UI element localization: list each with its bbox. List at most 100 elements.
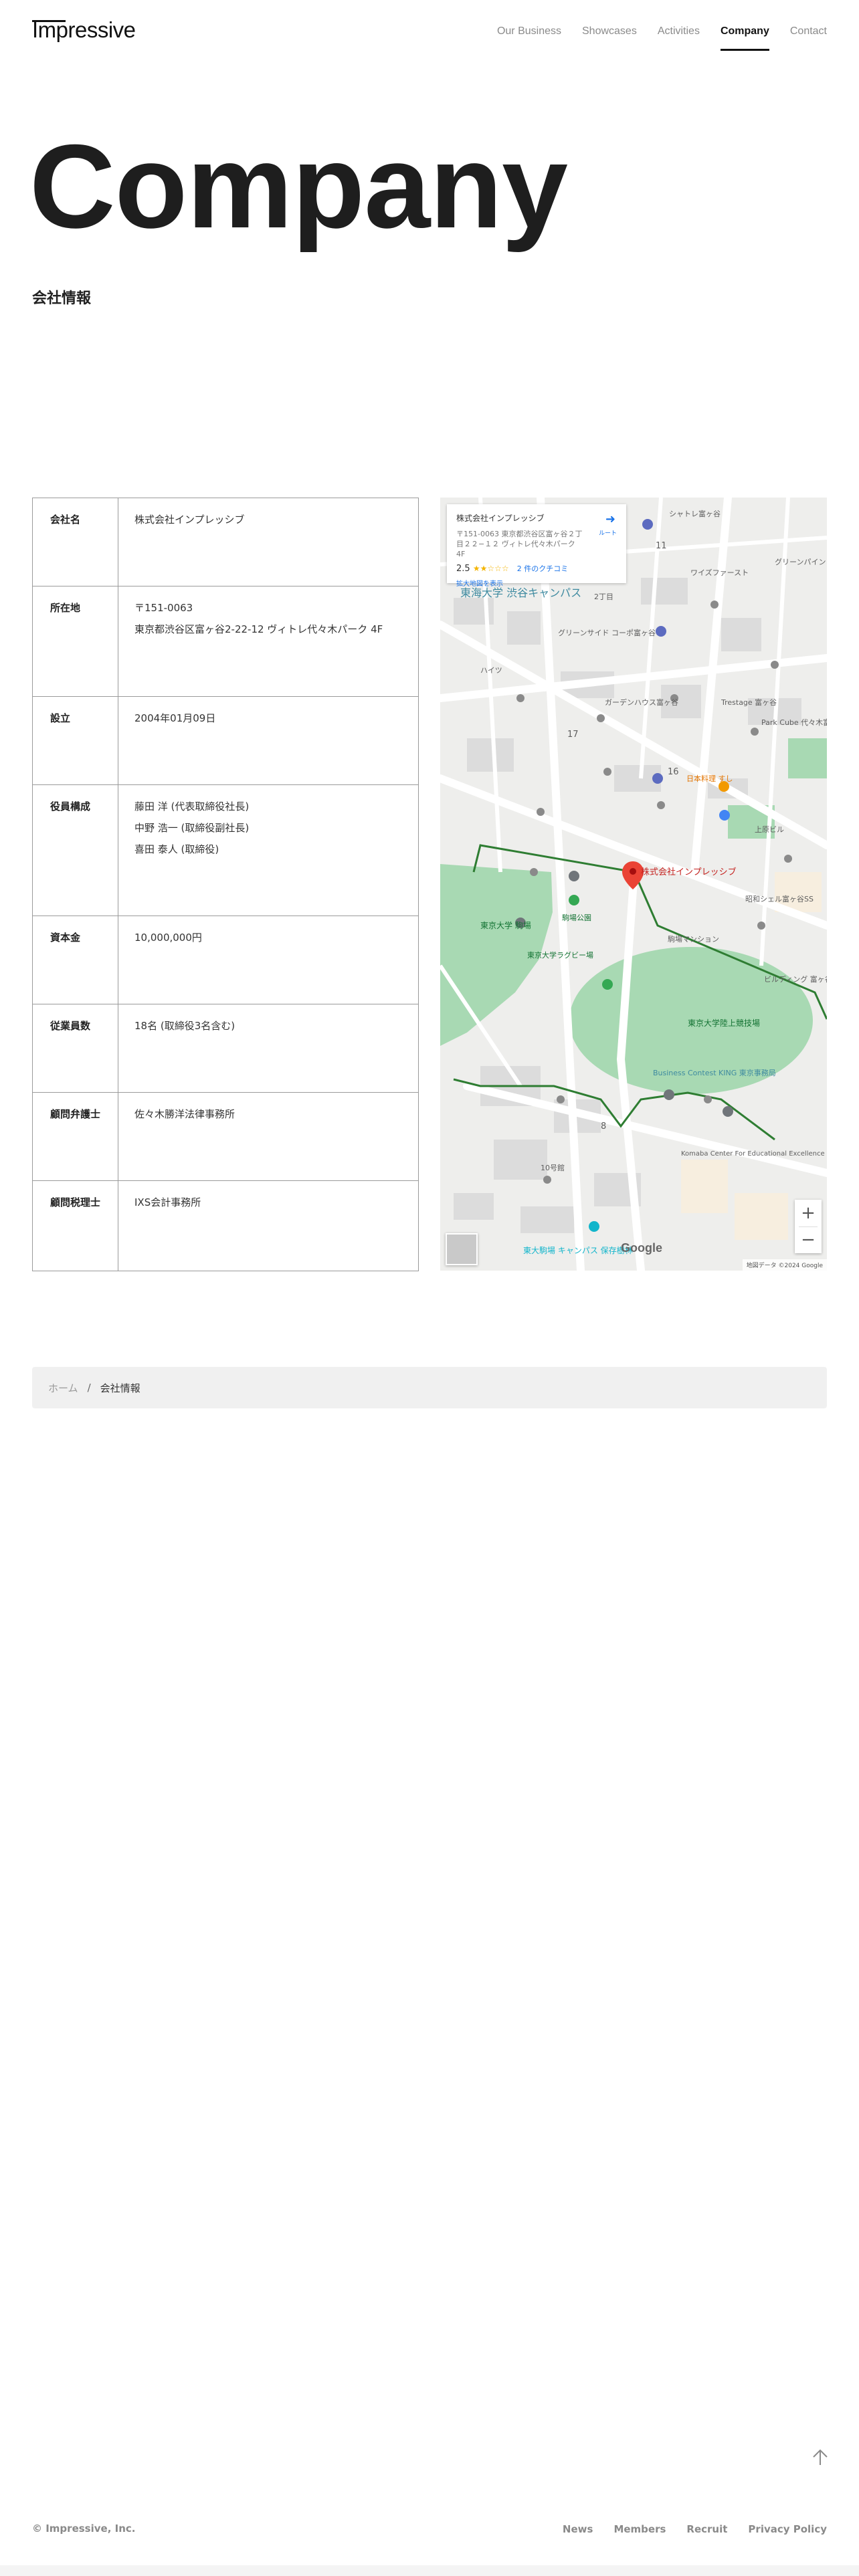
- value-line: 佐々木勝洋法律事務所: [134, 1108, 235, 1120]
- footer-link-recruit[interactable]: Recruit: [686, 2523, 727, 2535]
- table-row: 顧問弁護士 佐々木勝洋法律事務所: [32, 1092, 419, 1181]
- row-key: 資本金: [32, 916, 118, 1004]
- zoom-in-button[interactable]: +: [795, 1200, 822, 1226]
- table-row: 会社名 株式会社インプレッシブ: [32, 498, 419, 586]
- value-line: 東京都渋谷区富ヶ谷2-22-12 ヴィトレ代々木パーク 4F: [134, 623, 383, 635]
- breadcrumb-home-link[interactable]: ホーム: [48, 1381, 78, 1395]
- row-key: 従業員数: [32, 1004, 118, 1093]
- value-line: 株式会社インプレッシブ: [134, 514, 245, 526]
- map-canvas[interactable]: 株式会社インプレッシブ 東海大学 渋谷キャンパス 東京大学 駒場 東京大学陸上競…: [440, 498, 827, 1271]
- row-key: 顧問弁護士: [32, 1092, 118, 1181]
- site-header: Impressive Our Business Showcases Activi…: [0, 0, 859, 64]
- map-label: 11: [656, 541, 667, 551]
- map-label: Trestage 富ヶ谷: [721, 697, 777, 707]
- map-zoom-control: + −: [795, 1200, 822, 1253]
- map-label: 東海大学 渋谷キャンパス: [460, 586, 581, 599]
- row-key: 役員構成: [32, 784, 118, 916]
- global-nav: Our Business Showcases Activities Compan…: [476, 25, 827, 51]
- table-row: 資本金 10,000,000円: [32, 916, 419, 1004]
- nav-company[interactable]: Company: [720, 25, 769, 51]
- page-title: Company: [29, 120, 568, 253]
- value-line: 中野 浩一 (取締役副社長): [134, 822, 250, 834]
- map-copyright[interactable]: 地図データ ©2024 Google: [742, 1259, 827, 1271]
- value-line: 18名 (取締役3名含む): [134, 1020, 235, 1032]
- map-label: グリーンサイド コーポ富ヶ谷: [558, 628, 656, 637]
- map-card-rating: 2.5: [456, 564, 470, 574]
- footer-link-news[interactable]: News: [563, 2523, 593, 2535]
- map-label: 東京大学陸上競技場: [688, 1018, 760, 1028]
- map-label: ワイズファースト: [690, 568, 749, 577]
- company-info-table: 会社名 株式会社インプレッシブ 所在地 〒151-0063 東京都渋谷区富ヶ谷2…: [32, 498, 419, 1271]
- table-row: 役員構成 藤田 洋 (代表取締役社長) 中野 浩一 (取締役副社長) 喜田 泰人…: [32, 784, 419, 916]
- google-map[interactable]: 株式会社インプレッシブ 東海大学 渋谷キャンパス 東京大学 駒場 東京大学陸上競…: [440, 498, 827, 1271]
- row-key: 所在地: [32, 586, 118, 697]
- footer-copyright: © Impressive, Inc.: [32, 2523, 136, 2535]
- value-line: 喜田 泰人 (取締役): [134, 843, 219, 855]
- google-logo: Google: [621, 1241, 662, 1255]
- map-label: 日本料理 すし: [686, 774, 733, 783]
- nav-our-business[interactable]: Our Business: [497, 25, 561, 51]
- map-label: 16: [668, 767, 679, 777]
- value-line: 2004年01月09日: [134, 712, 216, 724]
- map-label: ガーデンハウス富ヶ谷: [605, 697, 678, 707]
- map-label: 8: [601, 1121, 606, 1132]
- footer-bottom-strip: [0, 2565, 859, 2576]
- row-key: 顧問税理士: [32, 1180, 118, 1271]
- row-value: 株式会社インプレッシブ: [118, 498, 419, 586]
- row-value: IXS会計事務所: [118, 1180, 419, 1271]
- value-line: 藤田 洋 (代表取締役社長): [134, 800, 250, 813]
- table-row: 従業員数 18名 (取締役3名含む): [32, 1004, 419, 1093]
- star-rating-icon: ★★☆☆☆: [472, 564, 509, 573]
- map-label: ハイツ: [480, 666, 502, 675]
- map-label: 10号館: [541, 1163, 565, 1172]
- row-key: 会社名: [32, 498, 118, 586]
- map-label: 昭和シェル富ヶ谷SS: [745, 894, 814, 903]
- row-value: 2004年01月09日: [118, 696, 419, 785]
- row-value: 佐々木勝洋法律事務所: [118, 1092, 419, 1181]
- map-place-card: 株式会社インプレッシブ 〒151-0063 東京都渋谷区富ヶ谷２丁目２２−１２ …: [447, 504, 626, 588]
- zoom-divider: [799, 1226, 818, 1227]
- footer-link-privacy-policy[interactable]: Privacy Policy: [748, 2523, 827, 2535]
- map-label: 上原ビル: [755, 825, 784, 834]
- back-to-top-icon[interactable]: [808, 2445, 832, 2469]
- map-label: 東京大学 駒場: [480, 920, 531, 930]
- value-line: 〒151-0063: [134, 602, 193, 614]
- layer-thumbnail: [447, 1235, 476, 1264]
- map-card-rating-row: 2.5 ★★☆☆☆ 2 件のクチコミ: [456, 563, 617, 574]
- map-label: グリーンパイン: [775, 557, 826, 566]
- nav-showcases[interactable]: Showcases: [582, 25, 637, 51]
- row-value: 藤田 洋 (代表取締役社長) 中野 浩一 (取締役副社長) 喜田 泰人 (取締役…: [118, 784, 419, 916]
- map-label: Park Cube 代々木富ヶ谷: [761, 718, 827, 727]
- map-layer-toggle[interactable]: [446, 1233, 478, 1265]
- directions-icon[interactable]: ➜: [605, 512, 615, 526]
- row-value: 10,000,000円: [118, 916, 419, 1004]
- table-row: 所在地 〒151-0063 東京都渋谷区富ヶ谷2-22-12 ヴィトレ代々木パー…: [32, 586, 419, 697]
- map-card-reviews-link[interactable]: 2 件のクチコミ: [517, 564, 569, 573]
- map-label: Komaba Center For Educational Excellence: [681, 1150, 825, 1158]
- nav-activities[interactable]: Activities: [658, 25, 700, 51]
- row-value: 18名 (取締役3名含む): [118, 1004, 419, 1093]
- map-label: 駒場公園: [562, 914, 591, 922]
- logo-underline: [32, 20, 66, 22]
- site-logo[interactable]: Impressive: [32, 17, 136, 43]
- table-row: 顧問税理士 IXS会計事務所: [32, 1180, 419, 1271]
- map-pin-label: 株式会社インプレッシブ: [641, 867, 737, 877]
- row-key: 設立: [32, 696, 118, 785]
- breadcrumb: ホーム / 会社情報: [32, 1367, 827, 1408]
- breadcrumb-separator: /: [87, 1382, 91, 1394]
- table-row: 設立 2004年01月09日: [32, 696, 419, 785]
- larger-map-link[interactable]: 拡大地図を表示: [456, 578, 617, 588]
- map-label: 17: [567, 730, 579, 740]
- page-subtitle: 会社情報: [32, 290, 92, 307]
- map-label: 東大駒場 キャンパス 保存樹林: [523, 1246, 633, 1255]
- directions-label[interactable]: ルート: [599, 528, 617, 537]
- nav-contact[interactable]: Contact: [790, 25, 827, 51]
- map-label: 2丁目: [594, 593, 613, 601]
- map-label: シャトレ富ヶ谷: [669, 509, 721, 518]
- footer-link-members[interactable]: Members: [613, 2523, 666, 2535]
- zoom-out-button[interactable]: −: [795, 1226, 822, 1253]
- value-line: IXS会計事務所: [134, 1196, 201, 1208]
- breadcrumb-current: 会社情報: [100, 1382, 140, 1394]
- map-label: 駒場マンション: [668, 935, 719, 944]
- map-label: 東京大学ラグビー場: [527, 950, 593, 960]
